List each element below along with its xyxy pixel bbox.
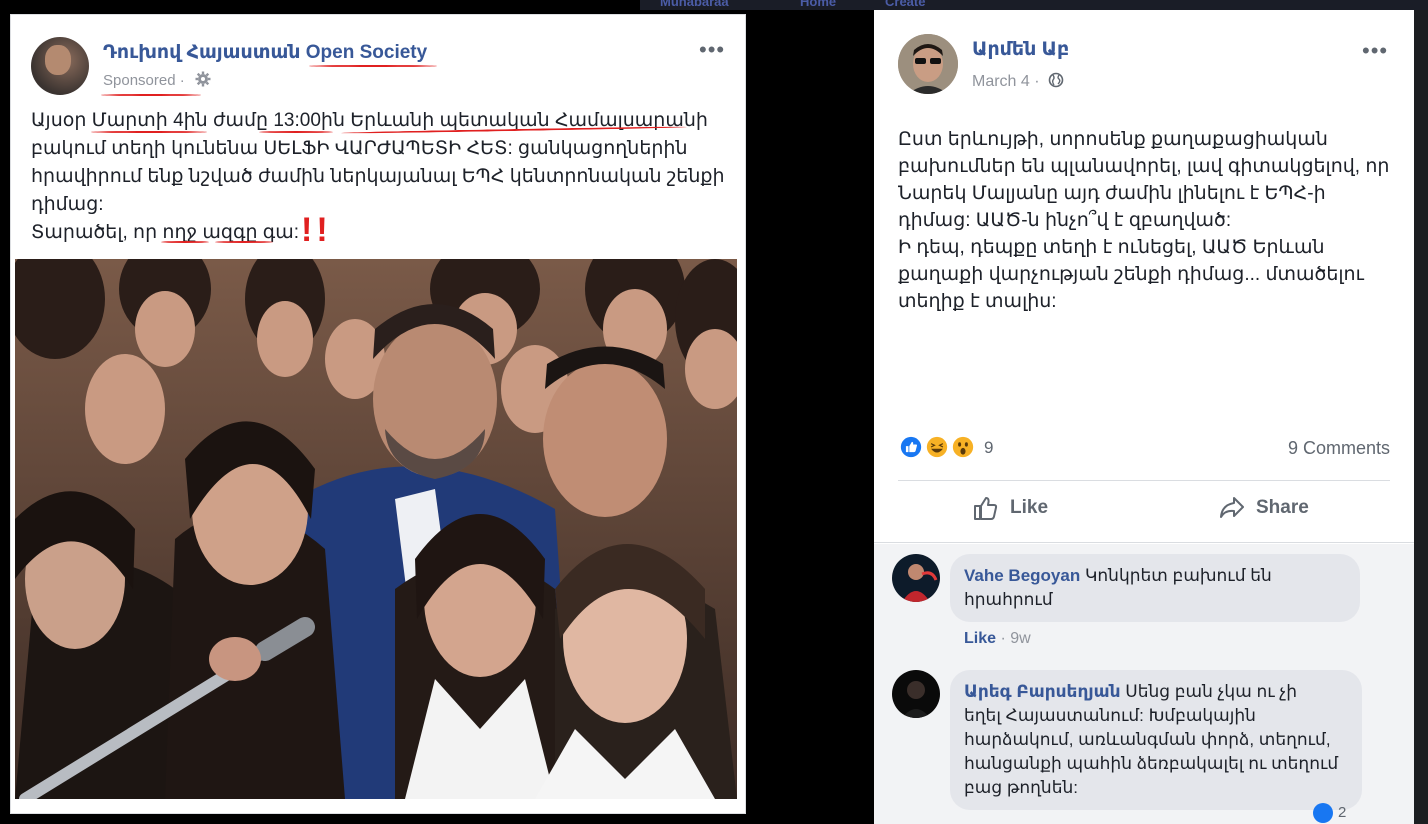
commenter-avatar[interactable]: [892, 554, 940, 602]
like-label: Like: [1010, 497, 1049, 518]
comment-author[interactable]: Vahe Begoyan: [964, 566, 1080, 585]
comment-like-link[interactable]: Like: [964, 630, 996, 647]
post-text-line: դիմաց:: [31, 194, 104, 215]
more-options-icon[interactable]: •••: [1362, 40, 1388, 62]
page-name[interactable]: Դուխով Հայաստան Open Society: [103, 41, 427, 64]
divider: [898, 480, 1390, 481]
post-text-line: Տարածել, որ ողջ ազգը գա:: [31, 222, 300, 243]
thumbs-up-icon: [974, 497, 998, 520]
post-date: March 4 ·: [972, 72, 1064, 91]
annotation-underline: [161, 241, 209, 243]
commenter-avatar[interactable]: [892, 670, 940, 718]
post-text-line: բախումներ են պլանավորել, լավ գիտակցելով,…: [898, 156, 1390, 177]
bg-nav-item: Home: [800, 0, 837, 9]
post-text-line: հրավիրում ենք նշված ժամին ներկայանալ ԵՊՀ…: [31, 166, 725, 187]
wow-reaction-icon: [950, 434, 976, 460]
globe-icon: [1048, 72, 1064, 88]
post-text-line: տեղիք է տալիս:: [898, 291, 1057, 312]
comment-time[interactable]: 9w: [1010, 630, 1030, 647]
selfie-photo: [15, 259, 737, 799]
post-text: Ըստ երևույթի, սորոսենք քաղաքացիական բախո…: [898, 126, 1390, 315]
post-text-line: Ի դեպ, դեպքը տեղի է ունեցել, ԱԱԾ Երևան: [898, 237, 1325, 258]
bg-nav-item: Muhabaraa: [660, 0, 729, 9]
sponsored-label[interactable]: Sponsored: [103, 72, 176, 89]
commenter-photo: [892, 670, 940, 718]
annotation-underline: [259, 131, 333, 133]
post-text-line: դիմաց: ԱԱԾ-ն ինչո՞վ է զբաղված:: [898, 210, 1232, 231]
annotation-underline: [101, 94, 201, 96]
comment-reaction-count: 2: [1338, 804, 1347, 821]
author-avatar[interactable]: [898, 34, 958, 94]
share-button[interactable]: Share: [1218, 494, 1309, 522]
author-name[interactable]: Արմեն Աբ: [972, 38, 1069, 61]
comment-text: հրահրում: [964, 590, 1053, 609]
more-options-icon[interactable]: •••: [699, 39, 725, 61]
like-reaction-icon: [898, 434, 924, 460]
share-label: Share: [1256, 497, 1309, 518]
annotation-underline: [215, 241, 273, 243]
gear-icon[interactable]: [195, 71, 211, 87]
post-text-line: բակում տեղի կունենա ՍԵԼՖԻ ՎԱՐԺԱՊԵՏԻ ՀԵՏ:…: [31, 138, 688, 159]
haha-reaction-icon: [924, 434, 950, 460]
background-page-edge: [1414, 10, 1428, 824]
annotation-exclamation: !!: [301, 211, 332, 249]
commenter-photo: [892, 554, 940, 602]
comment-text: բաց թողնեն:: [964, 778, 1078, 797]
comment-text: եղել Հայաստանում: Խմբակային: [964, 706, 1256, 725]
post-text-line: քաղաքի վարչության շենքի դիմաց... մտածելո…: [898, 264, 1364, 285]
divider: [874, 542, 1414, 543]
bg-nav-item: Create: [885, 0, 926, 9]
comment-bubble: Vahe Begoyan Կոնկրետ բախում են հրահրում: [950, 554, 1360, 622]
comments-count-link[interactable]: 9 Comments: [1288, 438, 1390, 459]
background-top-nav: Muhabaraa Home Create: [640, 0, 1428, 10]
comment-text: Սենց բան չկա ու չի: [1125, 682, 1298, 701]
user-post: Արմեն Աբ March 4 · ••• Ըստ երևույթի, սոր…: [874, 10, 1414, 824]
comment-bubble: Արեգ Բարսեղյան Սենց բան չկա ու չի եղել Հ…: [950, 670, 1362, 810]
comment-meta: Like · 9w: [964, 630, 1031, 647]
like-button[interactable]: Like: [972, 494, 1048, 522]
annotation-underline: [309, 65, 437, 67]
post-text-line: Ըստ երևույթի, սորոսենք քաղաքացիական: [898, 129, 1328, 150]
post-text-line: Նարեկ Մալյանը այդ ժամին լինելու է ԵՊՀ-ի: [898, 183, 1326, 204]
post-meta: Sponsored ·: [103, 71, 211, 89]
page-avatar[interactable]: [31, 37, 89, 95]
comment-text: հանցանքի պահին ձեռբակալել ու տեղում: [964, 754, 1339, 773]
reaction-count: 9: [984, 438, 994, 457]
share-icon: [1220, 497, 1244, 518]
comment-text: հարձակում, առևանգման փորձ, տեղում,: [964, 730, 1331, 749]
sponsored-post-screenshot: Դուխով Հայաստան Open Society Sponsored ·…: [10, 14, 746, 814]
comment-text: Կոնկրետ բախում են: [1084, 566, 1272, 585]
author-photo: [898, 34, 958, 94]
annotation-underline: [91, 131, 207, 133]
like-reaction-icon: [1313, 803, 1333, 823]
comment-author[interactable]: Արեգ Բարսեղյան: [964, 682, 1121, 701]
post-timestamp[interactable]: March 4: [972, 73, 1030, 90]
post-photo[interactable]: [15, 259, 737, 799]
